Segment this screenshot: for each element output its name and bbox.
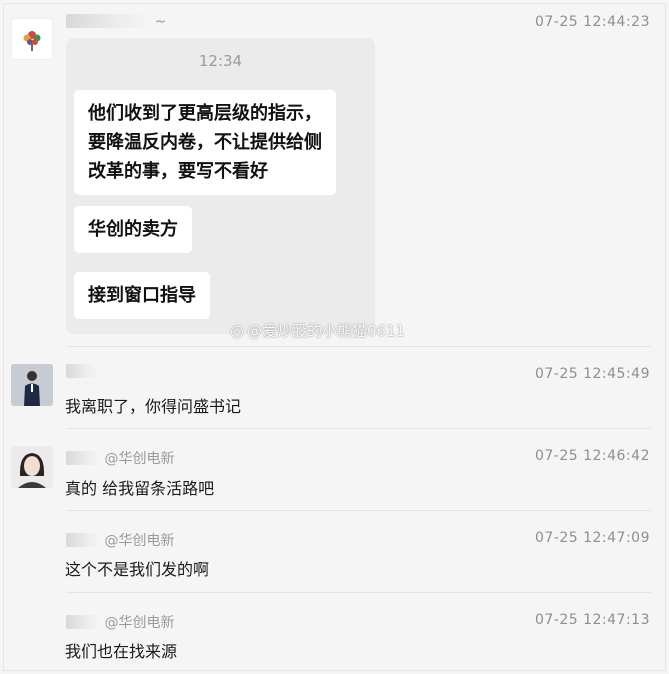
divider bbox=[66, 428, 651, 429]
avatar[interactable] bbox=[11, 364, 53, 406]
sender-suffix: @华创电新 bbox=[104, 533, 175, 549]
divider bbox=[66, 592, 651, 593]
redacted-name bbox=[66, 451, 100, 465]
message-text: 我们也在找来源 bbox=[65, 642, 178, 661]
message-timestamp: 07-25 12:46:42 bbox=[534, 448, 650, 464]
message-text: 我离职了，你得问盛书记 bbox=[65, 397, 242, 416]
screenshot-bubble: 接到窗口指导 bbox=[74, 272, 210, 319]
avatar[interactable] bbox=[11, 18, 53, 60]
sender-name: @华创电新 bbox=[66, 530, 174, 550]
bubble-line: 要降温反内卷，不让提供给侧 bbox=[88, 132, 322, 153]
message-text: 真的 给我留条活路吧 bbox=[65, 479, 215, 498]
message-timestamp: 07-25 12:44:23 bbox=[534, 14, 650, 30]
bubble-line: 华创的卖方 bbox=[88, 219, 178, 240]
screenshot-time: 12:34 bbox=[198, 52, 243, 70]
watermark-text: @爱炒股的小熊猫0611 bbox=[246, 322, 406, 340]
bubble-line: 改革的事，要写不看好 bbox=[88, 161, 268, 182]
message-timestamp: 07-25 12:45:49 bbox=[534, 366, 650, 382]
flower-logo-icon bbox=[23, 31, 41, 51]
bubble-line: 他们收到了更高层级的指示， bbox=[88, 103, 322, 124]
avatar[interactable] bbox=[11, 446, 53, 488]
divider bbox=[66, 510, 651, 511]
embedded-screenshot[interactable]: 12:34 他们收到了更高层级的指示， 要降温反内卷，不让提供给侧 改革的事，要… bbox=[66, 38, 375, 334]
redacted-name bbox=[66, 364, 98, 378]
screenshot-bubble: 他们收到了更高层级的指示， 要降温反内卷，不让提供给侧 改革的事，要写不看好 bbox=[74, 90, 336, 195]
sender-name: ~ bbox=[66, 14, 166, 30]
sender-suffix: @华创电新 bbox=[104, 615, 175, 631]
screenshot-bubble: 华创的卖方 bbox=[74, 206, 192, 253]
chat-history-window: ~ 07-25 12:44:23 12:34 他们收到了更高层级的指示， 要降温… bbox=[3, 3, 666, 671]
bubble-line: 接到窗口指导 bbox=[88, 285, 196, 306]
sender-name bbox=[66, 364, 98, 380]
weibo-icon: ◎ bbox=[230, 321, 244, 340]
sender-name: @华创电新 bbox=[66, 448, 174, 468]
sender-suffix: ~ bbox=[154, 14, 167, 30]
message-timestamp: 07-25 12:47:09 bbox=[534, 530, 650, 546]
redacted-name bbox=[66, 14, 150, 28]
message-text: 这个不是我们发的啊 bbox=[65, 560, 210, 579]
message-timestamp: 07-25 12:47:13 bbox=[534, 612, 650, 628]
redacted-name bbox=[66, 615, 100, 629]
sender-suffix: @华创电新 bbox=[104, 451, 175, 467]
watermark: ◎ @爱炒股的小熊猫0611 bbox=[230, 320, 405, 341]
divider bbox=[66, 346, 651, 347]
person-avatar-icon bbox=[11, 364, 53, 406]
person-avatar-icon bbox=[11, 446, 53, 488]
redacted-name bbox=[66, 533, 100, 547]
sender-name: @华创电新 bbox=[66, 612, 174, 632]
